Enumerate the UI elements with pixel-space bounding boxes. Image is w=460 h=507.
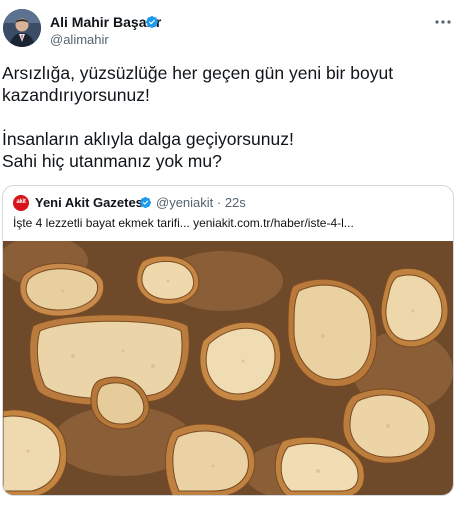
quote-text: İşte 4 lezzetli bayat ekmek tarifi... ye… — [13, 216, 354, 230]
quoted-tweet[interactable]: akit Yeni Akit Gazetesi @yeniakit · 22s … — [2, 185, 454, 496]
quote-avatar-logo: akit — [13, 195, 29, 211]
stale-bread-image[interactable] — [3, 241, 454, 496]
author-handle[interactable]: @alimahir — [50, 32, 109, 47]
tweet-line: Sahi hiç utanmanız yok mu? — [2, 151, 222, 171]
verified-badge-icon — [139, 196, 152, 209]
logo-text: akit — [16, 199, 26, 205]
quote-author-name: Yeni Akit Gazetesi — [35, 195, 147, 210]
tweet-line: İnsanların aklıyla dalga geçiyorsunuz! — [2, 129, 294, 149]
avatar-photo — [3, 9, 41, 47]
tweet-text: Arsızlığa, yüzsüzlüğe her geçen gün yeni… — [2, 62, 452, 172]
author-avatar[interactable] — [3, 9, 41, 47]
tweet: Ali Mahir Başarır @alimahir Arsızlığa, y… — [0, 0, 460, 507]
quote-handle-time: @yeniakit · 22s — [156, 195, 246, 210]
tweet-line: kazandırıyorsunuz! — [2, 85, 150, 105]
more-options-icon[interactable] — [433, 12, 453, 32]
tweet-line: Arsızlığa, yüzsüzlüğe her geçen gün yeni… — [2, 63, 394, 83]
verified-badge-icon — [146, 16, 158, 28]
